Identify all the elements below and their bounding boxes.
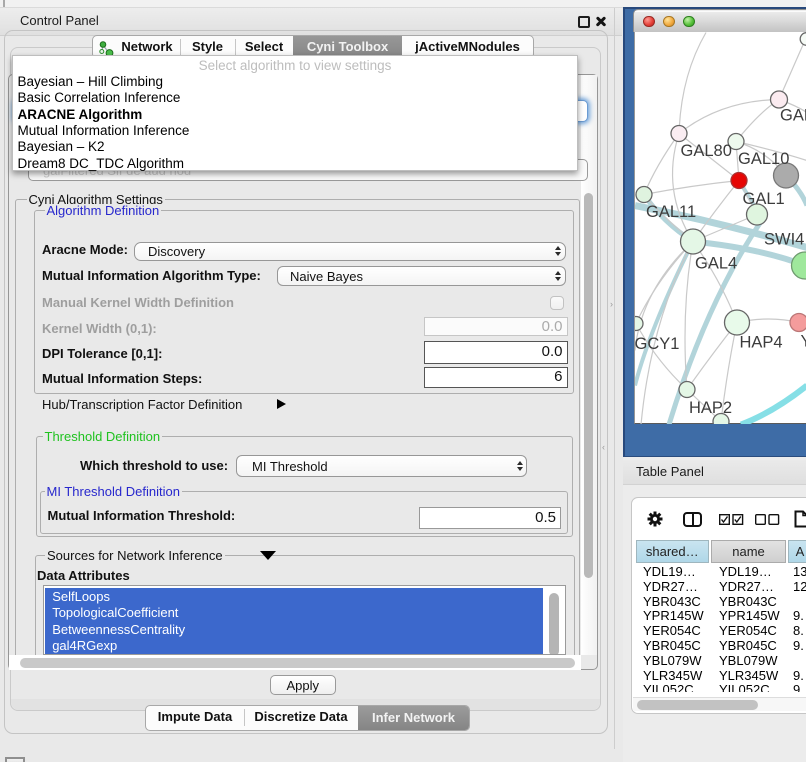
- svg-text:GCY1: GCY1: [635, 335, 679, 353]
- svg-text:GAL1: GAL1: [743, 190, 785, 208]
- svg-text:YLR: YLR: [801, 332, 806, 350]
- svg-text:GAL80: GAL80: [681, 142, 732, 160]
- svg-text:SWI4: SWI4: [764, 230, 804, 248]
- svg-text:GAL10: GAL10: [738, 150, 789, 168]
- svg-text:HAP2: HAP2: [689, 399, 732, 417]
- svg-text:GAL4: GAL4: [695, 254, 737, 272]
- svg-text:GAL7: GAL7: [780, 106, 806, 124]
- svg-text:GAL11: GAL11: [646, 203, 696, 221]
- svg-text:HAP4: HAP4: [740, 333, 783, 351]
